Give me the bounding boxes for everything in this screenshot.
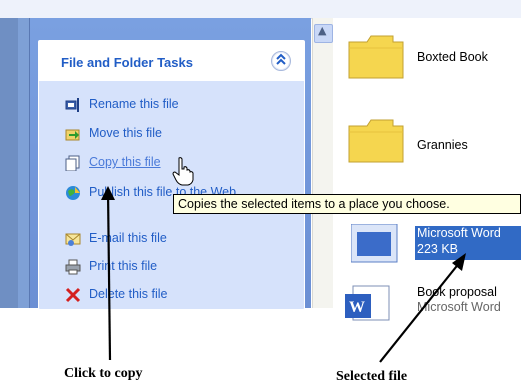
task-pane: File and Folder Tasks Rename this file M…	[30, 18, 311, 310]
task-email-label[interactable]: E-mail this file	[89, 231, 167, 245]
delete-icon	[65, 287, 81, 303]
move-icon	[65, 126, 81, 142]
task-rename-label[interactable]: Rename this file	[89, 97, 179, 111]
svg-text:W: W	[349, 299, 365, 316]
file-name: Book proposal	[417, 285, 497, 299]
window-left-edge-inner	[18, 18, 29, 308]
task-copy-label[interactable]: Copy this file	[89, 155, 161, 169]
file-type: Microsoft Word	[417, 300, 501, 314]
copy-icon	[65, 155, 81, 172]
chevron-up-icon	[275, 52, 287, 73]
word-document-icon: W	[343, 282, 393, 327]
email-icon	[65, 231, 81, 247]
hand-cursor-icon	[172, 156, 194, 186]
chevron-up-icon: ▲	[318, 24, 327, 37]
annotation-click-to-copy: Click to copy	[64, 366, 143, 381]
vertical-scrollbar[interactable]: ▲	[312, 18, 333, 308]
file-item-folder[interactable]: Grannies	[333, 108, 521, 168]
window-left-edge	[0, 18, 30, 308]
publish-icon	[65, 185, 81, 201]
panel-title: File and Folder Tasks	[61, 55, 193, 70]
file-size: 223 KB	[417, 242, 459, 256]
word-document-icon	[350, 223, 401, 269]
print-icon	[65, 259, 81, 275]
window-top-strip	[0, 0, 521, 19]
tooltip: Copies the selected items to a place you…	[173, 194, 521, 214]
folder-icon	[347, 32, 405, 85]
scroll-up-button[interactable]: ▲	[314, 24, 333, 43]
file-name: Grannies	[417, 138, 468, 152]
file-item-folder[interactable]: Boxted Book	[333, 28, 521, 88]
folder-icon	[347, 116, 405, 169]
annotation-selected-file: Selected file	[336, 369, 408, 384]
file-name: Microsoft Word	[417, 226, 501, 240]
task-move-label[interactable]: Move this file	[89, 126, 162, 140]
tooltip-text: Copies the selected items to a place you…	[178, 197, 450, 211]
panel-header[interactable]: File and Folder Tasks	[39, 41, 304, 81]
file-name: Boxted Book	[417, 50, 488, 64]
rename-icon	[65, 97, 81, 113]
collapse-button[interactable]	[271, 51, 291, 71]
task-delete-label[interactable]: Delete this file	[89, 287, 168, 301]
task-print-label[interactable]: Print this file	[89, 259, 157, 273]
file-item-document[interactable]: W Book proposal Microsoft Word	[333, 278, 521, 338]
file-list: Boxted Book Grannies Microsoft Word 223 …	[333, 18, 521, 321]
